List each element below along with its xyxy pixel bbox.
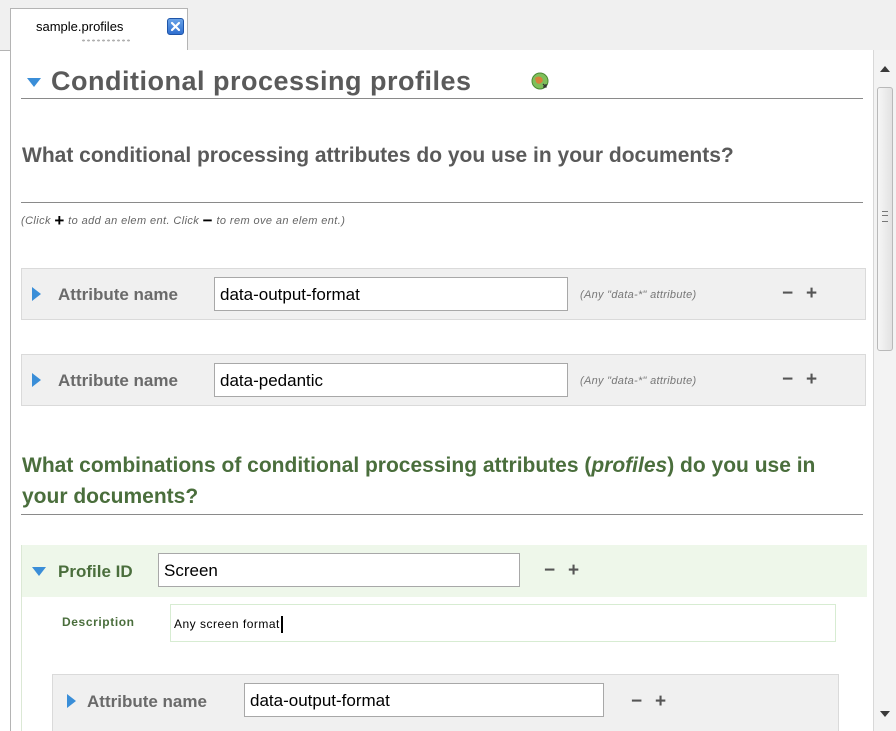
scroll-thumb[interactable]	[877, 87, 893, 351]
page-title: Conditional processing profiles	[51, 66, 472, 96]
profiles-question: What combinations of conditional process…	[22, 454, 816, 508]
vertical-scrollbar[interactable]	[873, 50, 896, 731]
tab-drag-grip	[81, 39, 131, 42]
triangle-right-icon[interactable]	[67, 694, 76, 708]
triangle-right-icon[interactable]	[32, 287, 41, 301]
text-caret	[280, 616, 283, 633]
question-divider	[21, 514, 863, 515]
add-attribute-button[interactable]: +	[806, 284, 817, 303]
profile-id-input[interactable]: Screen	[158, 553, 520, 587]
attribute-name-input[interactable]: data-pedantic	[214, 363, 568, 397]
refresh-globe-icon[interactable]	[530, 71, 550, 91]
remove-attribute-button[interactable]: −	[782, 370, 793, 389]
question-divider	[21, 202, 863, 203]
remove-attribute-button[interactable]: −	[631, 692, 642, 711]
description-label: Description	[62, 615, 135, 629]
add-attribute-button[interactable]: +	[655, 692, 666, 711]
triangle-right-icon[interactable]	[32, 373, 41, 387]
tab-sample-profiles[interactable]: sample.profiles	[10, 8, 188, 50]
profile-block: Profile ID Screen − + Description Any sc…	[21, 545, 867, 731]
attribute-name-input[interactable]: data-output-format	[244, 683, 604, 717]
close-icon[interactable]	[167, 18, 184, 35]
description-input[interactable]: Any screen format	[170, 604, 836, 642]
attribute-name-label: Attribute name	[58, 285, 178, 304]
attribute-note: (Any "data-*" attribute)	[580, 289, 697, 301]
section-divider	[21, 98, 863, 99]
triangle-down-icon[interactable]	[32, 567, 46, 576]
attribute-name-input[interactable]: data-output-format	[214, 277, 568, 311]
grip-icon	[882, 211, 888, 222]
attribute-row: Attribute name data-output-format (Any "…	[21, 268, 866, 320]
profile-id-label: Profile ID	[58, 562, 133, 581]
remove-profile-button[interactable]: −	[544, 561, 555, 580]
editor-tab-strip: sample.profiles	[0, 0, 896, 51]
attribute-name-label: Attribute name	[58, 371, 178, 390]
remove-attribute-button[interactable]: −	[782, 284, 793, 303]
profile-header: Profile ID Screen − +	[22, 545, 867, 597]
scroll-down-arrow-icon[interactable]	[880, 711, 890, 717]
attribute-name-label: Attribute name	[87, 692, 207, 711]
add-profile-button[interactable]: +	[568, 561, 579, 580]
profile-attribute-row: Attribute name data-output-format − +	[52, 674, 839, 731]
triangle-down-icon[interactable]	[27, 78, 41, 87]
add-attribute-button[interactable]: +	[806, 370, 817, 389]
attribute-note: (Any "data-*" attribute)	[580, 375, 697, 387]
scroll-up-arrow-icon[interactable]	[880, 66, 890, 72]
tab-label: sample.profiles	[36, 19, 124, 34]
attribute-row: Attribute name data-pedantic (Any "data-…	[21, 354, 866, 406]
attributes-question: What conditional processing attributes d…	[22, 144, 734, 167]
add-remove-hint: (Click + to add an elem ent. Click − to …	[21, 211, 346, 230]
